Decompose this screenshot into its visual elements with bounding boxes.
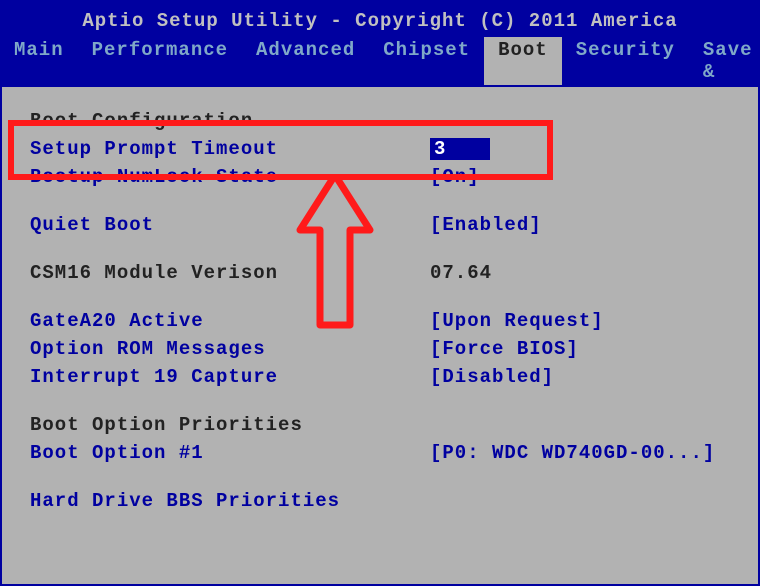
csm16-version-row: CSM16 Module Verison 07.64 [30, 259, 730, 287]
tab-chipset[interactable]: Chipset [369, 37, 484, 85]
quiet-boot-row[interactable]: Quiet Boot [Enabled] [30, 211, 730, 239]
tab-advanced[interactable]: Advanced [242, 37, 369, 85]
bios-content: Boot Configuration Setup Prompt Timeout … [0, 87, 760, 586]
section-boot-configuration: Boot Configuration [30, 107, 730, 135]
quiet-boot-value: [Enabled] [430, 214, 730, 236]
bios-header: Aptio Setup Utility - Copyright (C) 2011… [0, 0, 760, 87]
setup-prompt-timeout-row[interactable]: Setup Prompt Timeout 3 [30, 135, 730, 163]
gatea20-active-label: GateA20 Active [30, 310, 430, 332]
tab-main[interactable]: Main [0, 37, 78, 85]
tab-security[interactable]: Security [562, 37, 689, 85]
option-rom-messages-label: Option ROM Messages [30, 338, 430, 360]
interrupt-19-capture-label: Interrupt 19 Capture [30, 366, 430, 388]
boot-option-1-value: [P0: WDC WD740GD-00...] [430, 442, 730, 464]
setup-prompt-timeout-value: 3 [430, 138, 730, 160]
bios-title: Aptio Setup Utility - Copyright (C) 2011… [0, 7, 760, 37]
option-rom-messages-row[interactable]: Option ROM Messages [Force BIOS] [30, 335, 730, 363]
section-boot-option-priorities: Boot Option Priorities [30, 411, 730, 439]
hard-drive-bbs-priorities-row[interactable]: Hard Drive BBS Priorities [30, 487, 730, 515]
boot-option-1-label: Boot Option #1 [30, 442, 430, 464]
quiet-boot-label: Quiet Boot [30, 214, 430, 236]
gatea20-active-row[interactable]: GateA20 Active [Upon Request] [30, 307, 730, 335]
tab-bar: Main Performance Advanced Chipset Boot S… [0, 37, 760, 87]
tab-save[interactable]: Save & [689, 37, 760, 85]
csm16-version-value: 07.64 [430, 262, 730, 284]
boot-option-1-row[interactable]: Boot Option #1 [P0: WDC WD740GD-00...] [30, 439, 730, 467]
setup-prompt-timeout-label: Setup Prompt Timeout [30, 138, 430, 160]
interrupt-19-capture-value: [Disabled] [430, 366, 730, 388]
csm16-version-label: CSM16 Module Verison [30, 262, 430, 284]
interrupt-19-capture-row[interactable]: Interrupt 19 Capture [Disabled] [30, 363, 730, 391]
tab-boot[interactable]: Boot [484, 37, 562, 85]
gatea20-active-value: [Upon Request] [430, 310, 730, 332]
hard-drive-bbs-priorities-value [430, 490, 730, 512]
bootup-numlock-state-value: [On] [430, 166, 730, 188]
bootup-numlock-state-label: Bootup NumLock State [30, 166, 430, 188]
option-rom-messages-value: [Force BIOS] [430, 338, 730, 360]
tab-performance[interactable]: Performance [78, 37, 242, 85]
bootup-numlock-state-row[interactable]: Bootup NumLock State [On] [30, 163, 730, 191]
hard-drive-bbs-priorities-label: Hard Drive BBS Priorities [30, 490, 430, 512]
